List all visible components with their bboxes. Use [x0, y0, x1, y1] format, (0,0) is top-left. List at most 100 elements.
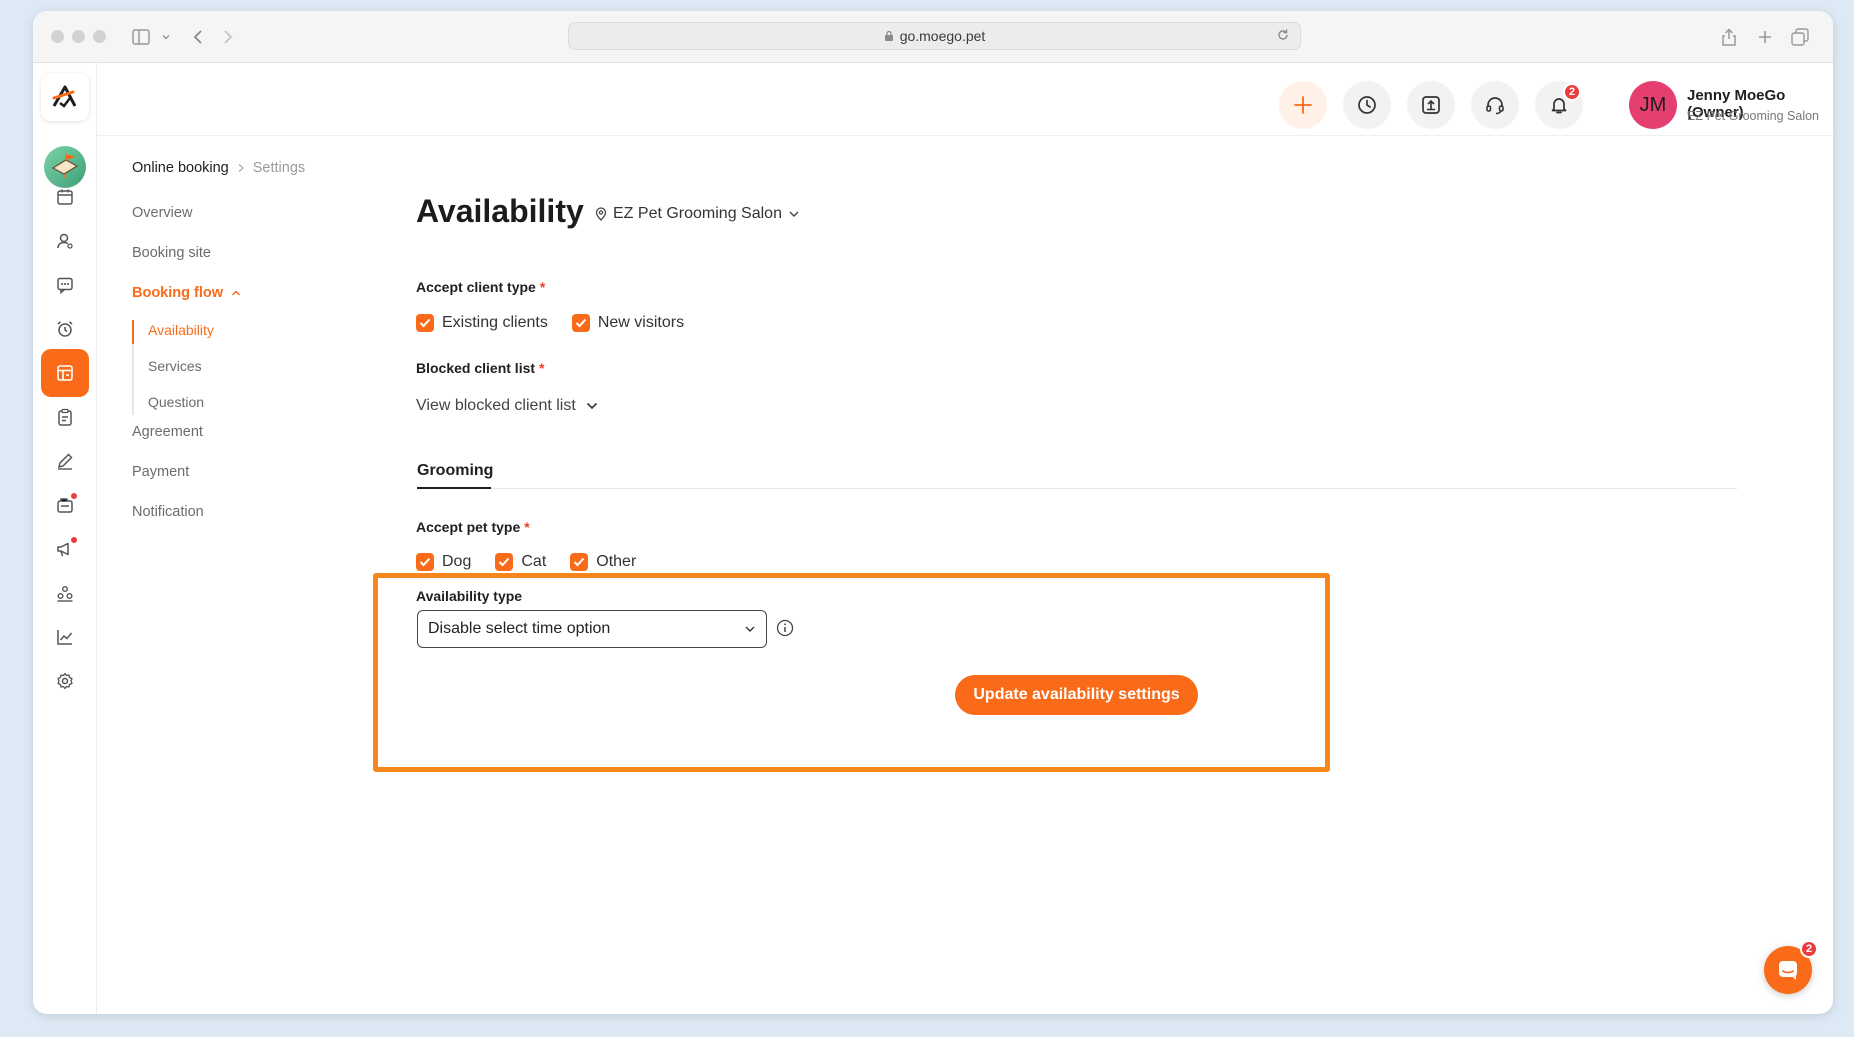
reminders-nav[interactable]	[41, 305, 89, 353]
chart-line-icon	[57, 630, 73, 645]
insights-nav[interactable]	[41, 613, 89, 661]
subnav-active-marker	[132, 320, 134, 344]
new-visitors-checkbox[interactable]: New visitors	[571, 314, 685, 332]
user-icon	[57, 233, 73, 249]
tab-active-indicator	[417, 487, 491, 489]
nav-payment[interactable]: Payment	[132, 464, 189, 480]
checkmark-icon	[416, 553, 434, 571]
availability-type-value: Disable select time option	[428, 620, 611, 637]
online-booking-icon	[57, 365, 73, 381]
clock-icon	[1358, 96, 1376, 114]
chevron-up-icon	[231, 290, 241, 296]
quick-add-button[interactable]	[1279, 81, 1327, 129]
messages-nav[interactable]	[41, 261, 89, 309]
share-icon[interactable]	[1717, 25, 1741, 49]
marketing-nav[interactable]	[41, 525, 89, 573]
accept-client-type-label: Accept client type *	[416, 279, 545, 295]
reload-icon[interactable]	[1276, 28, 1290, 42]
upload-button[interactable]	[1407, 81, 1455, 129]
accept-pet-type-text: Accept pet type	[416, 519, 521, 535]
page-title: Availability	[416, 193, 584, 229]
browser-window: go.moego.pet 2 JM Jenny MoeGo (Owner) EZ…	[33, 11, 1833, 1014]
plus-icon	[1294, 96, 1312, 114]
chevron-right-icon	[238, 164, 244, 172]
nav-agreement[interactable]: Agreement	[132, 424, 203, 440]
cat-label: Cat	[521, 553, 547, 570]
location-selector[interactable]: EZ Pet Grooming Salon	[595, 205, 800, 223]
checkmark-icon	[495, 553, 514, 571]
browser-toolbar: go.moego.pet	[33, 11, 1833, 63]
dog-checkbox[interactable]: Dog	[416, 553, 471, 571]
nav-booking-flow[interactable]: Booking flow	[132, 285, 241, 301]
notification-dot	[70, 492, 78, 500]
app-icon-rail	[33, 63, 97, 1014]
required-asterisk: *	[539, 279, 546, 295]
info-icon[interactable]	[776, 619, 794, 637]
clipboard-icon	[58, 408, 72, 426]
subnav-services[interactable]: Services	[148, 358, 202, 374]
window-controls	[51, 30, 106, 43]
support-button[interactable]	[1471, 81, 1519, 129]
tab-grooming[interactable]: Grooming	[417, 462, 493, 480]
chevron-down-icon	[586, 402, 597, 410]
accept-client-type-text: Accept client type	[416, 279, 536, 295]
location-pin-icon	[595, 207, 607, 221]
tab-overview-icon[interactable]	[1788, 25, 1812, 49]
subnav-availability[interactable]: Availability	[148, 322, 214, 338]
chat-launcher[interactable]: 2	[1764, 940, 1818, 994]
calendar-icon	[57, 189, 73, 205]
required-asterisk: *	[539, 360, 545, 376]
other-label: Other	[596, 553, 637, 570]
online-booking-nav[interactable]	[41, 349, 89, 397]
client-type-options: Existing clients New visitors	[416, 314, 684, 332]
app-header: 2 JM Jenny MoeGo (Owner) EZ Pet Grooming…	[97, 63, 1833, 136]
tab-divider	[417, 488, 1737, 489]
location-name: EZ Pet Grooming Salon	[613, 205, 782, 222]
existing-clients-checkbox[interactable]: Existing clients	[416, 314, 548, 332]
reports-clipboard-nav[interactable]	[41, 393, 89, 441]
chevron-down-icon[interactable]	[154, 25, 178, 49]
pen-icon	[57, 453, 73, 470]
alarm-clock-icon	[57, 321, 73, 337]
nav-overview[interactable]: Overview	[132, 205, 192, 221]
address-bar[interactable]: go.moego.pet	[568, 22, 1301, 50]
cat-checkbox[interactable]: Cat	[495, 553, 546, 571]
update-availability-settings-button[interactable]: Update availability settings	[955, 675, 1198, 715]
breadcrumb: Online booking Settings	[132, 160, 305, 176]
chat-count-badge: 2	[1800, 940, 1818, 958]
notifications-button[interactable]: 2	[1535, 81, 1583, 129]
team-icon	[57, 586, 73, 602]
breadcrumb-settings: Settings	[252, 160, 306, 176]
user-avatar[interactable]: JM	[1629, 81, 1677, 129]
retail-nav[interactable]	[41, 481, 89, 529]
close-window-button[interactable]	[51, 30, 64, 43]
breadcrumb-online-booking[interactable]: Online booking	[132, 160, 229, 176]
nav-booking-site[interactable]: Booking site	[132, 245, 211, 261]
subnav-question[interactable]: Question	[148, 394, 204, 410]
forward-arrow-icon[interactable]	[216, 25, 240, 49]
agreements-nav[interactable]	[41, 437, 89, 485]
chevron-down-icon	[789, 211, 799, 217]
gear-icon	[57, 672, 73, 690]
new-visitors-label: New visitors	[597, 314, 685, 331]
clients-nav[interactable]	[41, 217, 89, 265]
moego-logo[interactable]	[41, 73, 89, 121]
availability-type-select[interactable]: Disable select time option	[417, 610, 767, 648]
other-checkbox[interactable]: Other	[570, 553, 636, 571]
sidebar-toggle-icon[interactable]	[129, 25, 153, 49]
minimize-window-button[interactable]	[72, 30, 85, 43]
nav-notification[interactable]: Notification	[132, 504, 204, 520]
blocked-client-list-label: Blocked client list *	[416, 360, 545, 376]
checkmark-icon	[571, 314, 590, 332]
new-tab-icon[interactable]	[1753, 25, 1777, 49]
calendar-nav[interactable]	[41, 173, 89, 221]
team-nav[interactable]	[41, 569, 89, 617]
settings-nav[interactable]	[41, 657, 89, 705]
back-arrow-icon[interactable]	[186, 25, 210, 49]
view-blocked-client-list-toggle[interactable]: View blocked client list	[416, 397, 598, 415]
history-button[interactable]	[1343, 81, 1391, 129]
maximize-window-button[interactable]	[93, 30, 106, 43]
upload-icon	[1422, 96, 1440, 114]
headset-icon	[1486, 97, 1504, 115]
checkmark-icon	[416, 314, 434, 332]
